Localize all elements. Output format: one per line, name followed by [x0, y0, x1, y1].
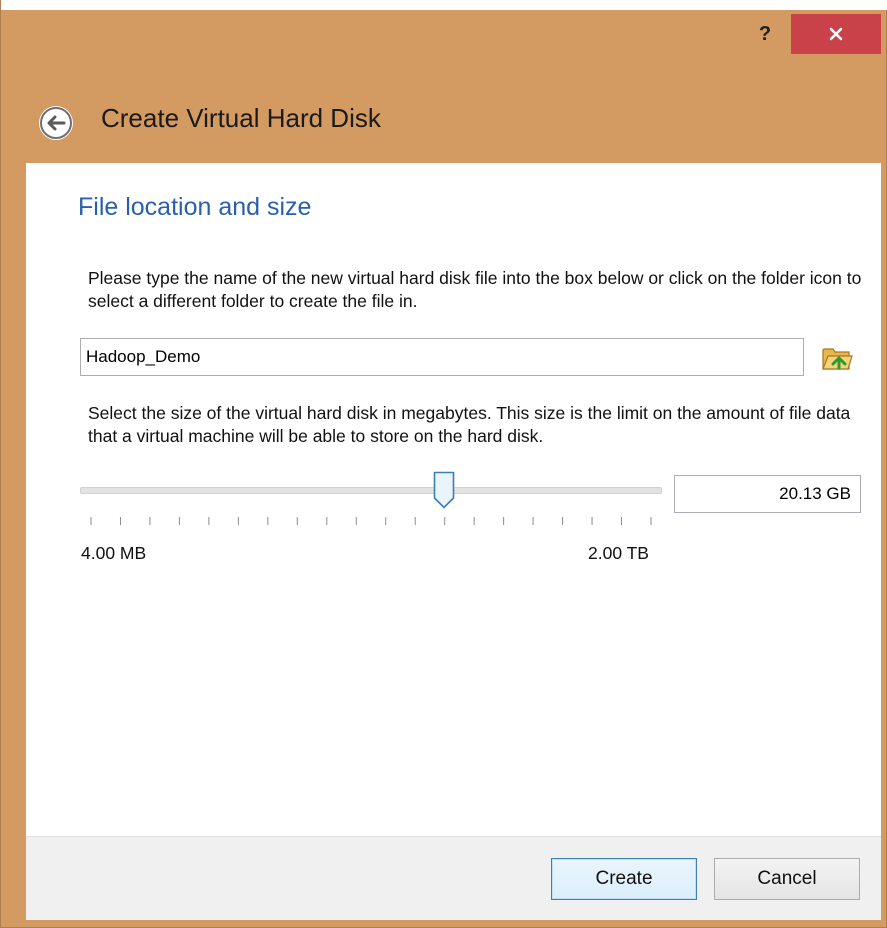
create-button[interactable]: Create [551, 858, 697, 900]
help-button[interactable]: ? [745, 14, 785, 54]
create-button-label: Create [595, 868, 653, 889]
size-instructions: Select the size of the virtual hard disk… [88, 403, 851, 446]
slider-handle[interactable] [433, 471, 455, 509]
choose-folder-button[interactable] [820, 343, 854, 373]
window-top-edge [1, 0, 887, 10]
back-button[interactable] [39, 106, 73, 140]
close-button[interactable] [791, 14, 881, 54]
slider-ticks [90, 517, 652, 525]
slider-min-label: 4.00 MB [81, 543, 147, 563]
content-panel: File location and size Please type the n… [26, 163, 881, 836]
size-slider[interactable] [80, 471, 662, 533]
slider-max-label: 2.00 TB [588, 543, 649, 563]
section-title: File location and size [78, 193, 312, 221]
dialog-title: Create Virtual Hard Disk [101, 103, 381, 133]
cancel-button[interactable]: Cancel [714, 858, 860, 900]
file-name-input[interactable] [80, 338, 804, 376]
size-input[interactable] [674, 475, 861, 513]
folder-icon [822, 348, 853, 370]
slider-track[interactable] [80, 487, 662, 494]
back-arrow-icon [40, 107, 72, 139]
location-instructions: Please type the name of the new virtual … [88, 268, 862, 311]
dialog-window: ? Create Virtual Hard Disk File location… [0, 0, 887, 928]
help-label: ? [758, 22, 772, 45]
close-icon [829, 27, 843, 41]
button-bar: Create Cancel [26, 836, 881, 920]
cancel-button-label: Cancel [757, 868, 817, 889]
